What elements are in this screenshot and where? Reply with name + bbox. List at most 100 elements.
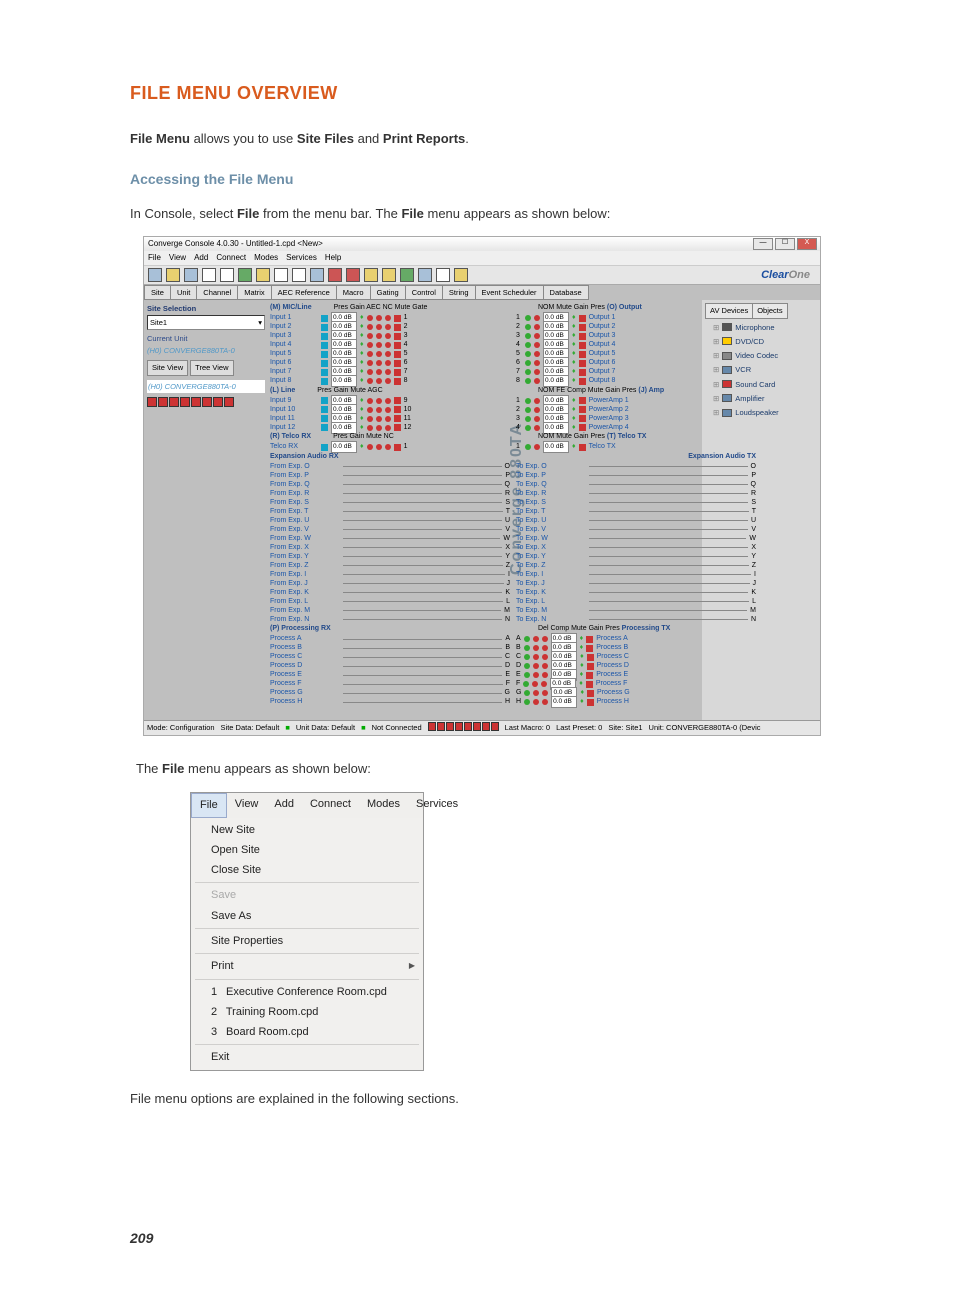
io-row[interactable]: Telco RX0.0 dB♦1 [270,443,510,452]
panel-tabs[interactable]: SiteUnitChannelMatrixAEC ReferenceMacroG… [144,285,820,300]
proc-row[interactable]: H0.0 dB♦Process H [516,698,756,707]
right-tab[interactable]: Objects [752,303,787,318]
menu-item-site-properties[interactable]: Site Properties [191,931,423,951]
tab-aec-reference[interactable]: AEC Reference [271,285,337,300]
menu-services[interactable]: Services [408,793,466,818]
menu-help[interactable]: Help [325,253,341,262]
t: File Menu [130,131,190,146]
menu-item-print[interactable]: Print [191,956,423,976]
menubar[interactable]: FileViewAddConnectModesServices [191,793,423,818]
menu-view[interactable]: View [227,793,267,818]
tool-icon[interactable] [184,268,198,282]
para-3: File menu options are explained in the f… [130,1089,834,1109]
menu-file[interactable]: File [191,793,227,818]
tool-icon[interactable] [364,268,378,282]
io-row[interactable]: 40.0 dB♦PowerAmp 4 [516,423,756,432]
toolbar[interactable]: ClearOne [144,265,820,285]
tool-icon[interactable] [346,268,360,282]
tool-icon[interactable] [220,268,234,282]
tool-icon[interactable] [292,268,306,282]
tab-matrix[interactable]: Matrix [237,285,271,300]
left-tab[interactable]: Site View [147,360,188,375]
menu-connect[interactable]: Connect [302,793,359,818]
t: menu appears as shown below: [424,206,610,221]
menu-view[interactable]: View [169,253,186,262]
menu-separator [195,979,419,980]
t: Site Files [297,131,354,146]
tool-icon[interactable] [256,268,270,282]
tool-icon[interactable] [274,268,288,282]
menu-item-new-site[interactable]: New Site [191,820,423,840]
status-conn: Not Connected [372,722,422,733]
t: allows you to use [190,131,297,146]
tool-icon[interactable] [166,268,180,282]
left-tab[interactable]: Tree View [190,360,233,375]
io-row[interactable]: 10.0 dB♦Telco TX [516,443,756,452]
menu-item-exit[interactable]: Exit [191,1047,423,1067]
tool-icon[interactable] [310,268,324,282]
current-unit-label: Current Unit [147,333,265,344]
proc-row: Process HH [270,698,510,707]
menu-separator [195,1044,419,1045]
menu-connect[interactable]: Connect [216,253,246,262]
io-row[interactable]: 80.0 dB♦Output 8 [516,377,756,386]
tab-macro[interactable]: Macro [336,285,371,300]
menu-item-open-site[interactable]: Open Site [191,840,423,860]
tool-icon[interactable] [436,268,450,282]
menu-item-save-as[interactable]: Save As [191,906,423,926]
tool-icon[interactable] [148,268,162,282]
tool-icon[interactable] [382,268,396,282]
tab-site[interactable]: Site [144,285,171,300]
tool-icon[interactable] [400,268,414,282]
menu-item-executive-conference-room-cpd[interactable]: 1 Executive Conference Room.cpd [191,982,423,1002]
tool-icon[interactable] [454,268,468,282]
menu-services[interactable]: Services [286,253,317,262]
menu-modes[interactable]: Modes [254,253,278,262]
page-number: 209 [130,1228,834,1249]
status-preset: Last Preset: 0 [556,722,602,733]
site-dropdown[interactable]: Site1▾ [147,315,265,330]
tool-icon[interactable] [202,268,216,282]
brand-logo: ClearOne [761,267,816,284]
tool-icon[interactable] [418,268,432,282]
console-screenshot: Converge Console 4.0.30 - Untitled-1.cpd… [144,237,820,735]
window-title: Converge Console 4.0.30 - Untitled-1.cpd… [148,238,323,250]
tab-database[interactable]: Database [543,285,589,300]
t: Print Reports [383,131,465,146]
tab-gating[interactable]: Gating [370,285,406,300]
status-sitedata: Site Data: Default [221,722,280,733]
para-2: The File menu appears as shown below: [136,759,834,779]
menu-separator [195,882,419,883]
menu-item-close-site[interactable]: Close Site [191,860,423,880]
max-btn[interactable]: ☐ [775,238,795,250]
led-strip [147,397,265,407]
min-btn[interactable]: — [753,238,773,250]
status-bar: Mode: Configuration Site Data: Default ■… [144,720,820,734]
menubar[interactable]: File View Add Connect Modes Services Help [144,251,820,265]
close-btn[interactable]: X [797,238,817,250]
menu-modes[interactable]: Modes [359,793,408,818]
menu-item-board-room-cpd[interactable]: 3 Board Room.cpd [191,1022,423,1042]
exp-row: To Exp. NN [516,615,756,624]
menu-file[interactable]: File [148,253,161,262]
io-row[interactable]: Input 80.0 dB♦8 [270,377,510,386]
tab-channel[interactable]: Channel [196,285,238,300]
tab-unit[interactable]: Unit [170,285,197,300]
status-mode: Mode: Configuration [147,722,215,733]
site-selection-label: Site Selection [147,303,265,314]
file-menu-screenshot: FileViewAddConnectModesServices New Site… [190,792,424,1071]
t: and [354,131,383,146]
tool-icon[interactable] [238,268,252,282]
menu-item-training-room-cpd[interactable]: 2 Training Room.cpd [191,1002,423,1022]
file-menu-dropdown: New SiteOpen SiteClose SiteSaveSave AsSi… [191,818,423,1070]
menu-add[interactable]: Add [194,253,208,262]
menu-add[interactable]: Add [266,793,302,818]
tab-string[interactable]: String [442,285,476,300]
tool-icon[interactable] [328,268,342,282]
io-row[interactable]: Input 120.0 dB♦12 [270,423,510,432]
tab-event-scheduler[interactable]: Event Scheduler [475,285,544,300]
status-unit: Unit: CONVERGE880TA-0 (Devic [649,722,761,733]
t: One [789,269,810,281]
tree-root[interactable]: (H0) CONVERGE880TA-0 [147,380,265,393]
tab-control[interactable]: Control [405,285,443,300]
